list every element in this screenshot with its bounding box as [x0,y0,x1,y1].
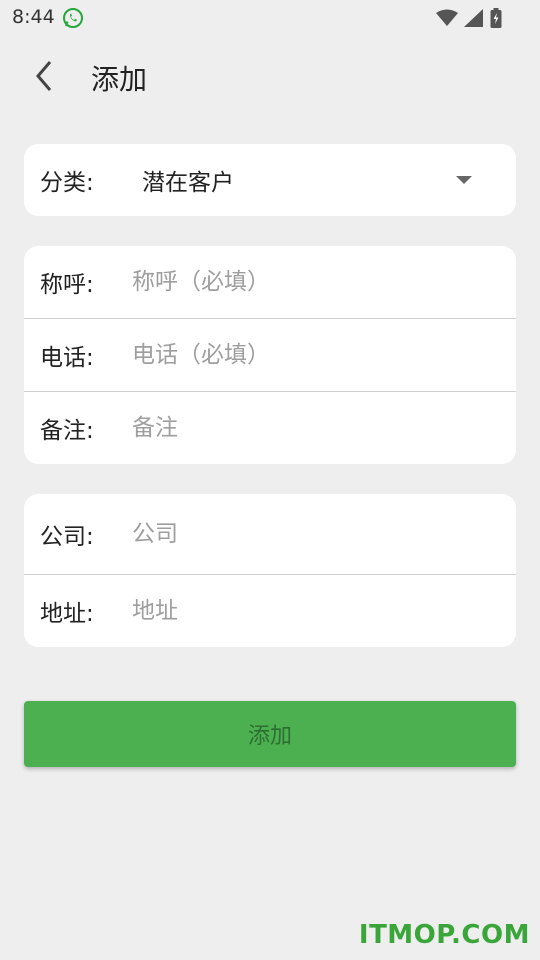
contact-card: 称呼: 电话: 备注: [24,246,516,464]
phone-row: 电话: [24,319,516,392]
whatsapp-icon [62,7,84,29]
note-input[interactable] [130,392,500,464]
battery-icon [490,8,502,28]
category-dropdown[interactable] [24,144,516,216]
company-label: 公司: [40,524,94,550]
app-bar: 添加 [0,36,540,120]
company-row: 公司: [24,494,516,575]
name-label: 称呼: [40,272,94,298]
cellular-signal-icon [464,9,484,27]
company-input[interactable] [130,494,500,574]
wifi-icon [436,9,458,27]
note-label: 备注: [40,418,94,444]
company-card: 公司: 地址: [24,494,516,647]
page-title: 添加 [91,63,148,96]
note-row: 备注: [24,392,516,464]
address-label: 地址: [40,601,94,627]
back-button[interactable] [26,60,62,96]
category-card: 分类: 潜在客户 [24,144,516,216]
status-time: 8:44 [12,6,55,28]
address-input[interactable] [130,575,500,647]
phone-label: 电话: [40,345,94,371]
address-row: 地址: [24,575,516,647]
phone-input[interactable] [130,319,500,391]
name-row: 称呼: [24,246,516,319]
add-button[interactable]: 添加 [24,701,516,767]
system-status-icons [436,8,502,28]
name-input[interactable] [130,246,500,318]
status-bar: 8:44 [0,0,540,36]
chevron-left-icon [34,60,54,96]
category-row: 分类: 潜在客户 [24,144,516,216]
watermark: ITMOP.COM [358,920,530,950]
